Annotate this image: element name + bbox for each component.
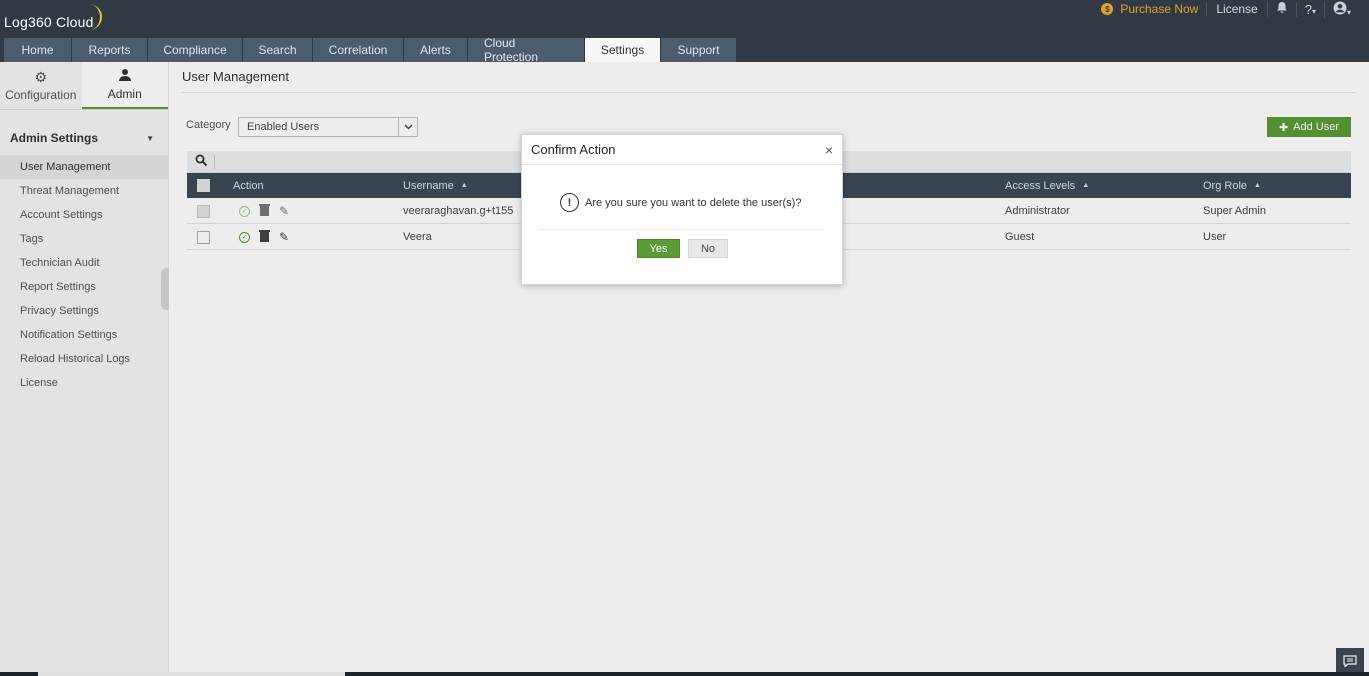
tab-settings[interactable]: Settings — [585, 38, 660, 62]
dialog-message: ! Are you sure you want to delete the us… — [560, 193, 801, 212]
purchase-now-link[interactable]: $ Purchase Now — [1093, 2, 1206, 16]
dialog-divider — [538, 229, 824, 230]
tab-support[interactable]: Support — [661, 38, 736, 62]
tab-compliance[interactable]: Compliance — [148, 38, 242, 62]
license-link[interactable]: License — [1206, 2, 1266, 16]
help-icon[interactable]: ?▾ — [1295, 1, 1324, 17]
purchase-label: Purchase Now — [1120, 2, 1199, 16]
tab-correlation[interactable]: Correlation — [313, 38, 403, 62]
dialog-message-text: Are you sure you want to delete the user… — [585, 196, 802, 209]
brand-logo[interactable]: Log360 Cloud — [4, 14, 94, 30]
bell-icon[interactable] — [1266, 1, 1296, 17]
tab-cloud-protection[interactable]: Cloud Protection — [468, 36, 584, 64]
no-button[interactable]: No — [688, 239, 728, 258]
yes-button[interactable]: Yes — [637, 239, 680, 258]
tab-home[interactable]: Home — [4, 38, 71, 62]
brand-arc-icon — [88, 4, 102, 30]
tab-search[interactable]: Search — [243, 38, 312, 62]
tab-alerts[interactable]: Alerts — [404, 38, 467, 62]
dialog-title: Confirm Action — [531, 142, 616, 157]
close-icon[interactable]: × — [825, 142, 833, 158]
exclamation-icon: ! — [560, 193, 579, 212]
user-account-icon[interactable]: ▾ — [1323, 0, 1359, 18]
confirm-action-dialog: Confirm Action × ! Are you sure you want… — [521, 134, 843, 285]
top-right-nav: $ Purchase Now License ?▾ ▾ — [1093, 0, 1359, 18]
main-tabs: Home Reports Compliance Search Correlati… — [4, 36, 736, 64]
dialog-divider — [522, 164, 842, 165]
cart-icon: $ — [1101, 3, 1114, 15]
tab-reports[interactable]: Reports — [72, 38, 147, 62]
top-header: Log360 Cloud $ Purchase Now License ?▾ ▾… — [0, 0, 1369, 64]
